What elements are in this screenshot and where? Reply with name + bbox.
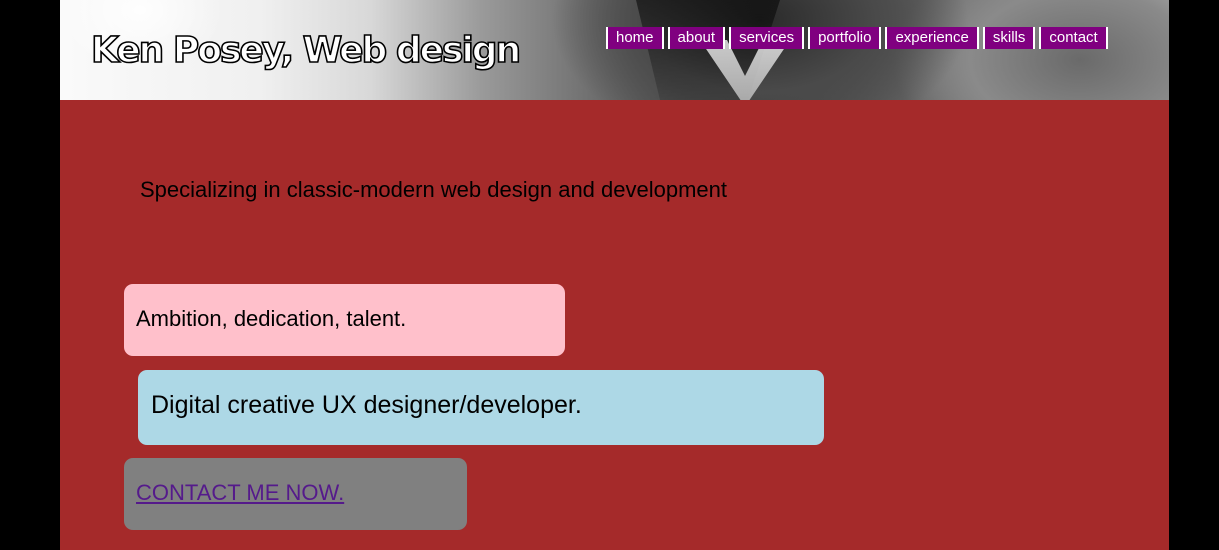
nav-item-portfolio[interactable]: portfolio bbox=[808, 27, 882, 49]
nav-item-about[interactable]: about bbox=[667, 27, 726, 49]
role-text: Digital creative UX designer/developer. bbox=[151, 391, 582, 419]
header-banner: Ken Posey, Web design home about service… bbox=[60, 0, 1169, 100]
page-container: Ken Posey, Web design home about service… bbox=[60, 0, 1169, 550]
nav-item-services[interactable]: services bbox=[729, 27, 805, 49]
contact-me-link[interactable]: CONTACT ME NOW. bbox=[136, 480, 344, 505]
ambition-text: Ambition, dedication, talent. bbox=[136, 306, 407, 331]
nav-item-experience[interactable]: experience bbox=[885, 27, 979, 49]
ambition-box: Ambition, dedication, talent. bbox=[124, 284, 565, 356]
role-box: Digital creative UX designer/developer. bbox=[138, 370, 824, 445]
nav-item-skills[interactable]: skills bbox=[982, 27, 1036, 49]
site-title: Ken Posey, Web design bbox=[90, 29, 522, 72]
main-nav: home about services portfolio experience… bbox=[606, 27, 1108, 49]
nav-item-contact[interactable]: contact bbox=[1039, 27, 1108, 49]
tagline: Specializing in classic-modern web desig… bbox=[140, 177, 727, 202]
nav-item-home[interactable]: home bbox=[606, 27, 664, 49]
contact-box: CONTACT ME NOW. bbox=[124, 458, 467, 530]
